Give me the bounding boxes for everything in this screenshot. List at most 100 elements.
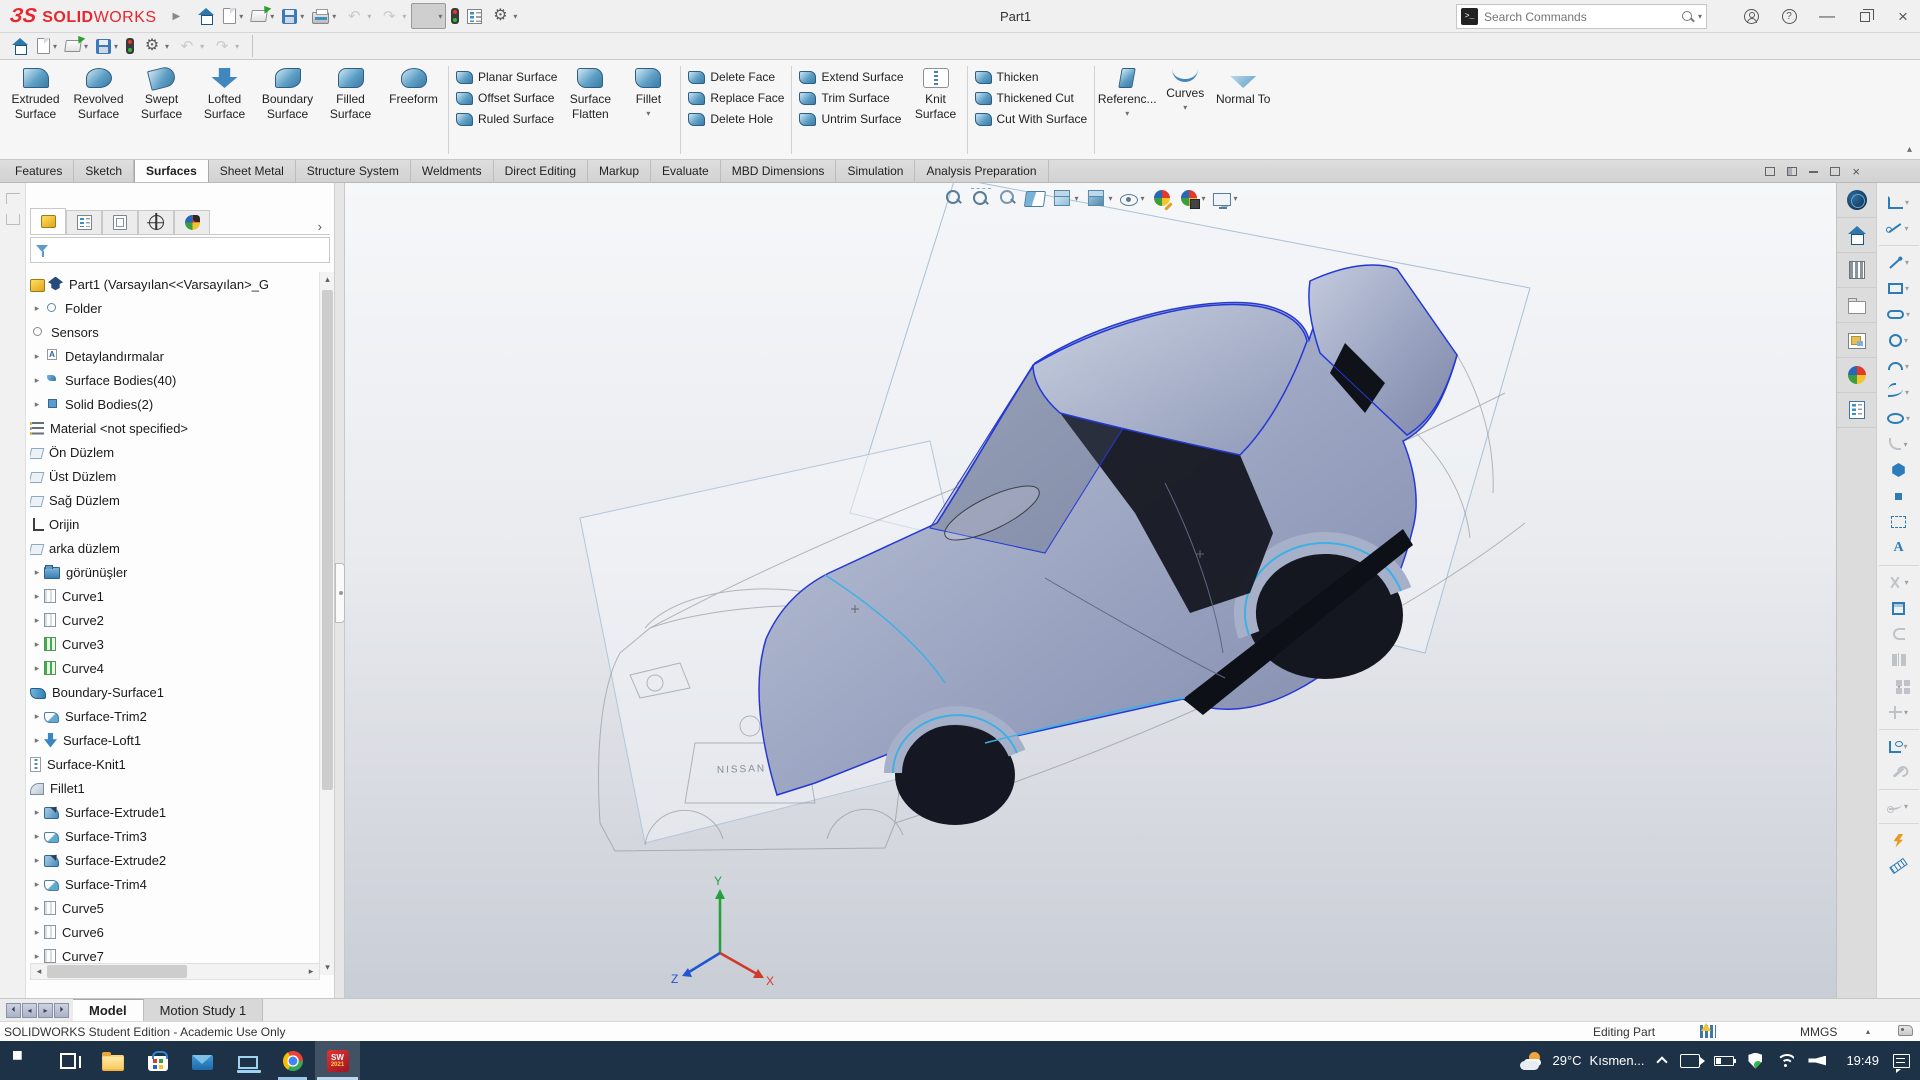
sketch-tool-button[interactable] [1878, 823, 1919, 853]
search-input[interactable] [1484, 9, 1681, 24]
expand-arrow-icon[interactable]: ▸ [30, 855, 44, 866]
dropdown-caret-icon[interactable]: ▾ [1234, 194, 1238, 203]
battery-icon[interactable] [1714, 1055, 1737, 1066]
dropdown-caret-icon[interactable]: ▾ [1903, 742, 1907, 751]
tree-item[interactable]: ▸ Curve2 [30, 608, 316, 632]
dropdown-caret-icon[interactable]: ▾ [53, 42, 57, 51]
sketch-tool-button[interactable]: ▾ [1878, 245, 1919, 275]
expand-arrow-icon[interactable]: ▸ [30, 903, 44, 914]
sketch-tool-button[interactable]: ▾ [1879, 405, 1919, 431]
view-tool-button[interactable] [1023, 189, 1046, 207]
ribbon-button[interactable]: Thicken [971, 69, 1092, 85]
dropdown-caret-icon[interactable]: ▾ [1202, 194, 1206, 203]
dropdown-caret-icon[interactable]: ▾ [1905, 284, 1909, 293]
dropdown-caret-icon[interactable]: ▾ [332, 12, 336, 21]
expand-arrow-icon[interactable]: ▸ [30, 879, 44, 890]
ribbon-button[interactable]: Referenc... ▾ [1098, 63, 1157, 118]
dropdown-caret-icon[interactable]: ▾ [270, 12, 274, 21]
dropdown-caret-icon[interactable]: ▾ [1905, 198, 1909, 207]
sketch-tool-button[interactable]: ▾ [1879, 301, 1919, 327]
toolbar-button[interactable]: ⚙ ▾ [487, 4, 520, 28]
dropdown-caret-icon[interactable]: ▾ [367, 12, 371, 21]
scroll-up-icon[interactable]: ▴ [320, 272, 335, 287]
toolbar-button[interactable]: ▾ [309, 7, 339, 26]
toolbar-button[interactable]: ▾ [248, 8, 277, 24]
tree-item[interactable]: ▸ Curve1 [30, 584, 316, 608]
dropdown-caret-icon[interactable]: ▾ [1904, 224, 1908, 233]
toolbar-button[interactable]: ▾ [411, 3, 447, 29]
taskbar-button[interactable] [90, 1041, 135, 1080]
tree-item[interactable]: ▸ Surface Bodies(40) [30, 368, 316, 392]
taskbar-button[interactable] [225, 1041, 270, 1080]
ribbon-button[interactable]: Revolved Surface [67, 63, 130, 122]
taskbar-button[interactable] [0, 1041, 45, 1080]
ribbon-button[interactable]: Surface Flatten [561, 63, 619, 122]
taskbar-clock[interactable]: 19:49 [1846, 1053, 1879, 1068]
last-tab-icon[interactable]: ⏵ [54, 1002, 69, 1018]
ribbon-button[interactable]: Cut With Surface [971, 111, 1092, 127]
view-tool-button[interactable] [943, 188, 963, 208]
ribbon-button[interactable]: Extruded Surface [4, 63, 67, 122]
document-tab[interactable]: Motion Study 1 [143, 999, 264, 1021]
tree-item[interactable]: Orijin [30, 512, 316, 536]
tree-item[interactable]: ▸ Curve5 [30, 896, 316, 920]
toolbar-flyout-icon[interactable]: ▶ [173, 11, 181, 22]
expand-arrow-icon[interactable]: ▸ [30, 807, 44, 818]
dropdown-caret-icon[interactable]: ▾ [1183, 103, 1187, 112]
dropdown-caret-icon[interactable]: ▾ [1904, 802, 1908, 811]
expand-arrow-icon[interactable]: ▸ [30, 303, 44, 314]
dropdown-caret-icon[interactable]: ▾ [1074, 194, 1078, 203]
task-pane-tab[interactable] [1837, 183, 1877, 218]
tree-item[interactable]: ▸ Surface-Extrude1 [30, 800, 316, 824]
ribbon-button[interactable]: Lofted Surface [193, 63, 256, 122]
expand-arrow-icon[interactable]: ▸ [30, 663, 44, 674]
dropdown-caret-icon[interactable]: ▾ [1906, 414, 1910, 423]
ribbon-button[interactable]: Fillet ▾ [619, 63, 677, 118]
tree-item[interactable]: Ön Düzlem [30, 440, 316, 464]
scroll-down-icon[interactable]: ▾ [320, 960, 335, 975]
doc-minimize-icon[interactable] [1809, 170, 1819, 173]
toolbar-button[interactable] [123, 36, 137, 56]
tree-item[interactable]: ▸ Folder [30, 296, 316, 320]
tab-configurationmanager[interactable] [102, 210, 138, 234]
tree-item[interactable]: ▸ Surface-Trim2 [30, 704, 316, 728]
dropdown-caret-icon[interactable]: ▾ [402, 12, 406, 21]
tree-filter-box[interactable] [30, 237, 330, 263]
tag-icon[interactable] [1898, 1025, 1913, 1036]
sketch-step-icon[interactable] [5, 214, 20, 225]
expand-arrow-icon[interactable]: ▸ [30, 711, 44, 722]
ribbon-button[interactable]: Knit Surface [908, 63, 964, 122]
scroll-right-icon[interactable]: ▸ [303, 966, 319, 977]
ribbon-button[interactable]: Ruled Surface [452, 111, 561, 127]
dropdown-caret-icon[interactable]: ▾ [1108, 194, 1112, 203]
view-tool-button[interactable]: ▾ [1212, 191, 1238, 209]
dropdown-caret-icon[interactable]: ▾ [1904, 708, 1908, 717]
dropdown-caret-icon[interactable]: ▾ [438, 12, 442, 21]
weather-widget[interactable]: 29°C Kısmen... [1520, 1051, 1644, 1070]
model-canvas[interactable]: NISSAN Y X Z [345, 183, 1836, 998]
tree-item[interactable]: ▸ Curve4 [30, 656, 316, 680]
toolbar-button[interactable]: ⚙ ▾ [139, 34, 172, 58]
taskbar-button[interactable] [45, 1041, 90, 1080]
view-tool-button[interactable]: ▾ [1051, 188, 1078, 208]
pane-icon[interactable] [1765, 167, 1776, 176]
sketch-tool-button[interactable]: A [1879, 535, 1919, 561]
commandmanager-tab[interactable]: Direct Editing [494, 160, 589, 182]
task-pane-tab[interactable] [1837, 358, 1877, 393]
sketch-tool-button[interactable] [1879, 509, 1919, 535]
tree-item[interactable]: Boundary-Surface1 [30, 680, 316, 704]
tree-item[interactable]: arka düzlem [30, 536, 316, 560]
dropdown-caret-icon[interactable]: ▾ [235, 42, 239, 51]
dropdown-caret-icon[interactable]: ▾ [646, 109, 650, 118]
commandmanager-tab[interactable]: Weldments [411, 160, 494, 182]
sketch-tool-button[interactable]: ▾ [1878, 789, 1919, 819]
dropdown-caret-icon[interactable]: ▾ [1904, 578, 1908, 587]
scrollbar-thumb[interactable] [322, 290, 333, 790]
sketch-tool-button[interactable] [1879, 647, 1919, 673]
commandmanager-tab[interactable]: Features [4, 160, 75, 182]
expand-arrow-icon[interactable]: ▸ [30, 399, 44, 410]
tree-item[interactable]: ▸ Surface-Extrude2 [30, 848, 316, 872]
restore-button[interactable] [1848, 3, 1882, 31]
view-tool-button[interactable]: ▾ [1179, 188, 1206, 209]
expand-arrow-icon[interactable]: ▸ [30, 951, 44, 962]
